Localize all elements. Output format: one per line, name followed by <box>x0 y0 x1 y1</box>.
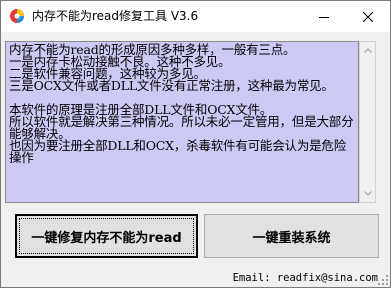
close-icon <box>363 11 373 22</box>
app-window: 内存不能为read修复工具 V3.6 内存不能为read的形成原因多种多样，一般… <box>0 0 391 288</box>
resize-grip-icon[interactable] <box>377 274 389 286</box>
close-button[interactable] <box>346 1 390 32</box>
reinstall-system-button[interactable]: 一键重装系统 <box>204 214 379 258</box>
info-textbox[interactable]: 内存不能为read的形成原因多种多样，一般有三点。 一是内存卡松动接触不良。这种… <box>5 41 359 203</box>
app-icon <box>10 9 24 23</box>
window-title: 内存不能为read修复工具 V3.6 <box>32 9 199 23</box>
chevron-down-icon <box>363 191 372 196</box>
minimize-button[interactable] <box>302 1 346 32</box>
client-area: 内存不能为read的形成原因多种多样，一般有三点。 一是内存卡松动接触不良。这种… <box>1 32 390 287</box>
vertical-scrollbar[interactable] <box>359 41 376 203</box>
fix-read-button[interactable]: 一键修复内存不能为read <box>15 214 198 258</box>
chevron-up-icon <box>363 48 372 53</box>
info-text: 内存不能为read的形成原因多种多样，一般有三点。 一是内存卡松动接触不良。这种… <box>9 42 354 165</box>
title-bar[interactable]: 内存不能为read修复工具 V3.6 <box>1 1 390 32</box>
scroll-up-button[interactable] <box>360 42 375 59</box>
scroll-track[interactable] <box>360 59 375 185</box>
scroll-down-button[interactable] <box>360 185 375 202</box>
email-label: Email: readfix@sina.com <box>232 272 378 284</box>
minimize-icon <box>319 16 329 18</box>
